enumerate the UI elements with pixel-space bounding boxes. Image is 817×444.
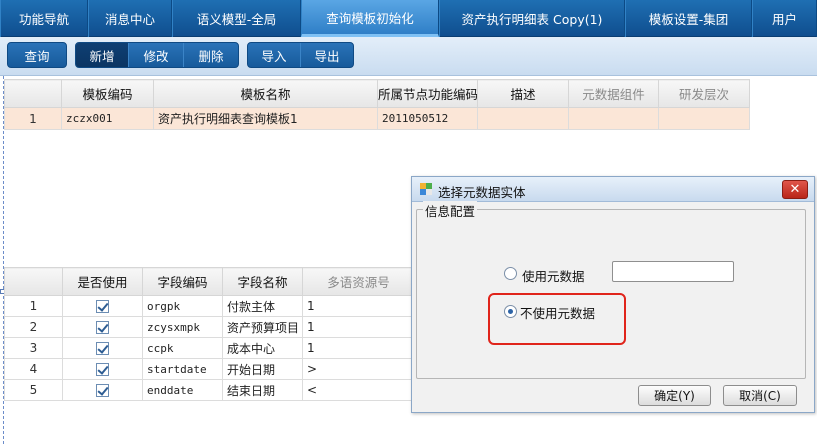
in-use-checkbox[interactable] <box>62 358 143 380</box>
in-use-checkbox[interactable] <box>62 295 143 317</box>
use-metadata-label[interactable]: 使用元数据 <box>522 266 585 285</box>
table-row[interactable]: 1 orgpk 付款主体 1 <box>4 295 415 317</box>
dialog-title-bar[interactable]: 选择元数据实体 ✕ <box>412 177 814 202</box>
close-button[interactable]: ✕ <box>782 180 808 199</box>
checkbox-checked-icon[interactable] <box>96 363 109 376</box>
toolbar: 查询 新增 修改 删除 导入 导出 <box>0 37 817 76</box>
close-icon: ✕ <box>789 182 801 197</box>
cell-dev-level[interactable] <box>658 107 750 130</box>
cell-field-code[interactable]: ccpk <box>142 337 223 359</box>
in-use-checkbox[interactable] <box>62 379 143 401</box>
checkbox-checked-icon[interactable] <box>96 321 109 334</box>
row-number: 2 <box>4 316 63 338</box>
column-header-description[interactable]: 描述 <box>477 79 569 108</box>
app-logo-icon <box>420 183 432 195</box>
cell-resource-id[interactable]: 1 <box>302 316 415 338</box>
query-button-group: 查询 <box>7 42 67 68</box>
checkbox-checked-icon[interactable] <box>96 384 109 397</box>
in-use-checkbox[interactable] <box>62 316 143 338</box>
modify-button[interactable]: 修改 <box>129 43 184 67</box>
table-header-row: 模板编码 模板名称 所属节点功能编码 描述 元数据组件 研发层次 <box>4 79 750 108</box>
tab-message-center[interactable]: 消息中心 <box>88 0 172 37</box>
cell-field-name[interactable]: 结束日期 <box>222 379 303 401</box>
template-table: 模板编码 模板名称 所属节点功能编码 描述 元数据组件 研发层次 1 zczx0… <box>4 79 750 130</box>
row-number: 1 <box>4 295 63 317</box>
cell-field-name[interactable]: 付款主体 <box>222 295 303 317</box>
row-number-header <box>4 79 62 108</box>
cell-resource-id[interactable]: < <box>302 379 415 401</box>
delete-button[interactable]: 删除 <box>184 43 238 67</box>
cell-resource-id[interactable]: > <box>302 358 415 380</box>
cell-resource-id[interactable]: 1 <box>302 295 415 317</box>
tab-query-template-init[interactable]: 查询模板初始化 <box>301 0 439 37</box>
table-row[interactable]: 3 ccpk 成本中心 1 <box>4 337 415 359</box>
edit-button-group: 新增 修改 删除 <box>75 42 239 68</box>
metadata-input[interactable] <box>612 261 734 282</box>
cell-template-name[interactable]: 资产执行明细表查询模板1 <box>153 107 378 130</box>
cell-template-code[interactable]: zczx001 <box>61 107 154 130</box>
column-header-node-code[interactable]: 所属节点功能编码 <box>377 79 478 108</box>
cell-field-code[interactable]: zcysxmpk <box>142 316 223 338</box>
table-header-row: 是否使用 字段编码 字段名称 多语资源号 <box>4 267 415 296</box>
column-header-dev-level[interactable]: 研发层次 <box>658 79 750 108</box>
cell-metadata-component[interactable] <box>568 107 659 130</box>
column-header-resource-id[interactable]: 多语资源号 <box>302 267 415 296</box>
row-number: 1 <box>4 107 62 130</box>
row-number: 3 <box>4 337 63 359</box>
group-label: 信息配置 <box>423 201 478 220</box>
row-number: 4 <box>4 358 63 380</box>
in-use-checkbox[interactable] <box>62 337 143 359</box>
import-button[interactable]: 导入 <box>248 43 301 67</box>
field-table: 是否使用 字段编码 字段名称 多语资源号 1 orgpk 付款主体 1 2 zc… <box>4 267 415 401</box>
tab-function-nav[interactable]: 功能导航 <box>0 0 88 37</box>
cell-field-name[interactable]: 开始日期 <box>222 358 303 380</box>
tab-template-settings[interactable]: 模板设置-集团 <box>625 0 752 37</box>
io-button-group: 导入 导出 <box>247 42 354 68</box>
use-metadata-radio[interactable] <box>504 267 517 280</box>
column-header-field-code[interactable]: 字段编码 <box>142 267 223 296</box>
cell-field-code[interactable]: enddate <box>142 379 223 401</box>
checkbox-checked-icon[interactable] <box>96 342 109 355</box>
table-row[interactable]: 5 enddate 结束日期 < <box>4 379 415 401</box>
row-number: 5 <box>4 379 63 401</box>
export-button[interactable]: 导出 <box>301 43 353 67</box>
query-button[interactable]: 查询 <box>8 43 66 67</box>
cancel-button[interactable]: 取消(C) <box>723 385 797 406</box>
cell-field-name[interactable]: 成本中心 <box>222 337 303 359</box>
checkbox-checked-icon[interactable] <box>96 300 109 313</box>
top-nav-bar: 功能导航 消息中心 语义模型-全局 查询模板初始化 资产执行明细表 Copy(1… <box>0 0 817 37</box>
cell-field-code[interactable]: orgpk <box>142 295 223 317</box>
cell-node-code[interactable]: 2011050512 <box>377 107 478 130</box>
table-row[interactable]: 4 startdate 开始日期 > <box>4 358 415 380</box>
table-row[interactable]: 2 zcysxmpk 资产预算项目 1 <box>4 316 415 338</box>
cell-resource-id[interactable]: 1 <box>302 337 415 359</box>
cell-field-name[interactable]: 资产预算项目 <box>222 316 303 338</box>
ok-button[interactable]: 确定(Y) <box>638 385 711 406</box>
cell-field-code[interactable]: startdate <box>142 358 223 380</box>
cell-description[interactable] <box>477 107 569 130</box>
column-header-in-use[interactable]: 是否使用 <box>62 267 143 296</box>
annotation-highlight-box <box>488 293 626 345</box>
column-header-field-name[interactable]: 字段名称 <box>222 267 303 296</box>
row-number-header <box>4 267 63 296</box>
column-header-metadata-component[interactable]: 元数据组件 <box>568 79 659 108</box>
add-button[interactable]: 新增 <box>76 43 129 67</box>
dialog-title: 选择元数据实体 <box>438 185 526 200</box>
tab-user[interactable]: 用户 <box>752 0 817 37</box>
column-header-template-name[interactable]: 模板名称 <box>153 79 378 108</box>
tab-asset-detail-copy[interactable]: 资产执行明细表 Copy(1) <box>439 0 625 37</box>
tab-semantic-model[interactable]: 语义模型-全局 <box>172 0 301 37</box>
table-row[interactable]: 1 zczx001 资产执行明细表查询模板1 2011050512 <box>4 107 750 130</box>
column-header-template-code[interactable]: 模板编码 <box>61 79 154 108</box>
